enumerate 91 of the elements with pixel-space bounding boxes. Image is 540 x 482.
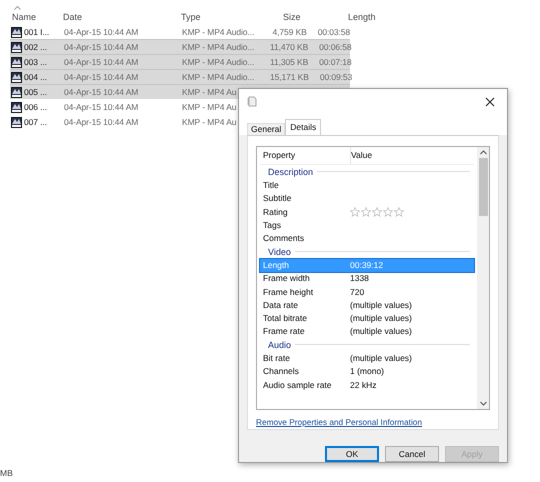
- file-name: 004 ...: [24, 72, 47, 82]
- property-name: Bit rate: [262, 353, 291, 364]
- length-cell-text: 00:06:58: [318, 42, 352, 52]
- date-cell-text: 04-Apr-15 10:44 AM: [63, 102, 140, 112]
- property-name: Tags: [262, 220, 282, 230]
- type-cell-text: KMP - MP4 Au: [181, 87, 238, 97]
- length-cell-text: 00:09:53: [318, 72, 352, 82]
- status-text: MB: [0, 467, 14, 480]
- type-cell-text: KMP - MP4 Audio...: [181, 72, 256, 82]
- scrollbar-thumb[interactable]: [478, 158, 488, 216]
- section-heading: Video: [268, 246, 291, 257]
- scrollbar[interactable]: [477, 146, 489, 409]
- file-name: 007 ...: [24, 117, 47, 127]
- property-name: Channels: [262, 366, 300, 376]
- property-name: Comments: [262, 232, 306, 243]
- file-name: 006 ...: [24, 102, 47, 112]
- type-cell-text: KMP - MP4 Au: [181, 117, 238, 127]
- size-cell: 11,305 KB: [270, 57, 308, 67]
- file-name: 005 ...: [24, 87, 47, 97]
- column-header[interactable]: Length: [348, 12, 376, 22]
- property-name: Audio sample rate: [262, 380, 333, 390]
- property-name: Total bitrate: [262, 312, 308, 323]
- column-header[interactable]: Name: [12, 12, 36, 22]
- star-icon[interactable]: [394, 206, 404, 217]
- size-cell-text: 4,759 KB: [272, 27, 307, 37]
- property-value: 720: [350, 286, 364, 296]
- type-cell-text: KMP - MP4 Audio...: [181, 27, 256, 37]
- video-file-icon: [11, 72, 22, 82]
- property-name: Frame height: [262, 286, 314, 296]
- star-icon[interactable]: [361, 206, 371, 217]
- video-file-icon: [11, 102, 22, 112]
- property-value: 00:39:12: [350, 260, 384, 270]
- size-cell: 15,171 KB: [270, 72, 309, 82]
- column-header[interactable]: Date: [63, 12, 82, 22]
- property-value: 1338: [350, 273, 369, 284]
- property-value: (multiple values): [350, 312, 412, 323]
- date-cell-text: 04-Apr-15 10:44 AM: [63, 72, 140, 82]
- property-value: 22 kHz: [350, 380, 376, 390]
- document-icon: [247, 96, 257, 108]
- file-name: 002 ...: [24, 42, 47, 52]
- date-cell-text: 04-Apr-15 10:44 AM: [63, 117, 140, 127]
- property-name: Subtitle: [262, 193, 292, 204]
- type-cell-text: KMP - MP4 Audio...: [181, 57, 256, 67]
- property-name: Frame rate: [262, 326, 306, 336]
- column-header[interactable]: Size: [283, 12, 301, 22]
- size-cell: 11,470 KB: [270, 42, 308, 52]
- property-name: Length: [262, 260, 290, 270]
- length-cell-text: 00:03:58: [316, 27, 350, 37]
- section-heading: Description: [268, 166, 314, 177]
- date-cell-text: 04-Apr-15 10:44 AM: [63, 42, 140, 52]
- property-name: Data rate: [262, 300, 299, 310]
- date-cell-text: 04-Apr-15 10:44 AM: [63, 87, 140, 97]
- property-value: (multiple values): [350, 326, 412, 336]
- type-cell-text: KMP - MP4 Audio...: [181, 42, 256, 52]
- file-name: 001 I...: [24, 27, 50, 37]
- video-file-icon: [11, 26, 22, 38]
- file-row[interactable]: 001 I... 04-Apr-15 10:44 AM KMP - MP4 Audio... 4,759 KB 00:03:58: [10, 24, 350, 39]
- type-cell-text: KMP - MP4 Au: [181, 102, 238, 112]
- file-row[interactable]: 003 ... 04-Apr-15 10:44 AM KMP - MP4 Audio... 11,305 KB 00:07:18: [10, 54, 350, 69]
- tab[interactable]: Details: [285, 118, 322, 135]
- date-cell-text: 04-Apr-15 10:44 AM: [63, 57, 140, 67]
- dialog-button[interactable]: OK: [325, 446, 379, 462]
- length-cell-text: 00:07:18: [318, 57, 352, 67]
- column-header[interactable]: Value: [351, 150, 372, 160]
- scroll-down-icon[interactable]: [480, 400, 486, 406]
- file-row[interactable]: 004 ... 04-Apr-15 10:44 AM KMP - MP4 Audio... 15,171 KB 00:09:53: [10, 69, 350, 84]
- property-value: (multiple values): [350, 353, 412, 364]
- property-value: (multiple values): [350, 300, 412, 310]
- column-header[interactable]: Property: [260, 146, 351, 164]
- scroll-up-icon[interactable]: [480, 150, 486, 155]
- dialog-button[interactable]: Cancel: [385, 446, 439, 462]
- tab[interactable]: General: [247, 122, 286, 135]
- column-header[interactable]: Type: [181, 12, 201, 22]
- file-row[interactable]: 006 ... 04-Apr-15 10:44 AM KMP - MP4 Au: [10, 99, 350, 114]
- property-value: 1 (mono): [350, 366, 384, 376]
- file-name: 003 ...: [24, 57, 47, 67]
- star-icon[interactable]: [350, 206, 360, 217]
- property-name: Rating: [262, 206, 289, 217]
- video-file-icon: [11, 42, 22, 52]
- close-icon[interactable]: [485, 96, 495, 107]
- video-file-icon: [11, 86, 22, 98]
- remove-properties-link[interactable]: Remove Properties and Personal Information: [256, 416, 490, 427]
- file-row[interactable]: 002 ... 04-Apr-15 10:44 AM KMP - MP4 Audio... 11,470 KB 00:06:58: [10, 39, 350, 54]
- date-cell-text: 04-Apr-15 10:44 AM: [63, 27, 140, 37]
- section-heading: Audio: [268, 340, 292, 350]
- star-icon[interactable]: [383, 206, 393, 217]
- video-file-icon: [11, 116, 22, 128]
- star-icon[interactable]: [372, 206, 382, 217]
- video-file-icon: [11, 56, 22, 68]
- property-name: Frame width: [262, 273, 311, 284]
- property-name: Title: [262, 180, 280, 190]
